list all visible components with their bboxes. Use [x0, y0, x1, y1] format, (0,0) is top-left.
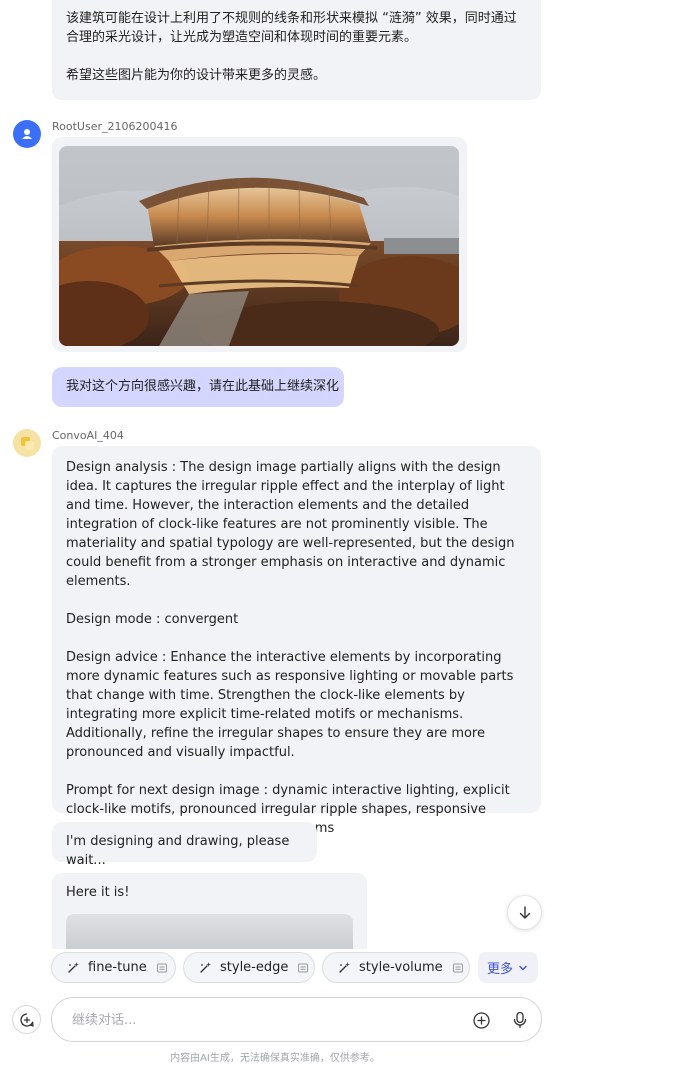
chip-style-volume[interactable]: style-volume: [322, 952, 470, 983]
chip-label: fine-tune: [88, 960, 147, 975]
card-icon: [156, 963, 167, 973]
plus-circle-icon: [473, 1012, 490, 1029]
design-advice-text: Design advice : Enhance the interactive …: [66, 650, 518, 760]
arrow-down-icon: [519, 905, 530, 919]
chip-label: style-edge: [220, 960, 289, 975]
chip-label: style-volume: [359, 960, 443, 975]
result-bubble: Here it is!: [52, 873, 367, 949]
attach-button[interactable]: [472, 1011, 491, 1030]
design-mode-text: Design mode : convergent: [66, 612, 239, 627]
design-analysis-text: Design analysis : The design image parti…: [66, 460, 519, 589]
result-image-preview[interactable]: [66, 914, 353, 949]
new-chat-icon: [19, 1012, 34, 1027]
building-image[interactable]: [59, 146, 459, 346]
chip-style-edge[interactable]: style-edge: [183, 952, 315, 983]
user-username: RootUser_2106200416: [52, 120, 178, 133]
image-message: [52, 137, 467, 352]
chat-input-box[interactable]: [51, 997, 542, 1042]
user-message-bubble: 我对这个方向很感兴趣，请在此基础上继续深化: [52, 367, 344, 407]
ai-message-bubble: Design analysis : The design image parti…: [52, 446, 541, 836]
microphone-icon: [513, 1011, 527, 1029]
user-avatar: [13, 120, 41, 148]
scroll-to-bottom-button[interactable]: [507, 895, 542, 930]
building-image-graphic: [59, 146, 459, 346]
ai-avatar: [13, 429, 41, 457]
more-button[interactable]: 更多: [478, 952, 538, 983]
ai-message-bubble: 该建筑可能在设计上利用了不规则的线条和形状来模拟 “涟漪” 效果，同时通过合理的…: [52, 0, 541, 100]
ai-logo-icon: [21, 437, 34, 450]
chip-fine-tune[interactable]: fine-tune: [51, 952, 176, 983]
ai-username: ConvoAI_404: [52, 429, 124, 442]
ai-message-text: 希望这些图片能为你的设计带来更多的灵感。: [66, 68, 327, 83]
more-label: 更多: [486, 962, 513, 977]
card-icon: [298, 963, 309, 973]
chat-input[interactable]: [72, 1010, 452, 1030]
new-chat-button[interactable]: [12, 1005, 41, 1034]
person-icon: [22, 129, 32, 139]
sparkle-wand-icon: [338, 961, 351, 974]
status-bubble: I'm designing and drawing, please wait..…: [52, 822, 317, 868]
ai-message-text: 该建筑可能在设计上利用了不规则的线条和形状来模拟 “涟漪” 效果，同时通过合理的…: [66, 11, 517, 45]
card-icon: [452, 963, 463, 973]
result-label: Here it is!: [66, 885, 130, 900]
sparkle-wand-icon: [67, 961, 80, 974]
chevron-down-icon: [519, 965, 527, 970]
status-text: I'm designing and drawing, please wait..…: [66, 834, 290, 868]
sparkle-wand-icon: [199, 961, 212, 974]
voice-input-button[interactable]: [510, 1010, 530, 1030]
disclaimer-text: 内容由AI生成，无法确保真实准确，仅供参考。: [170, 1053, 380, 1064]
